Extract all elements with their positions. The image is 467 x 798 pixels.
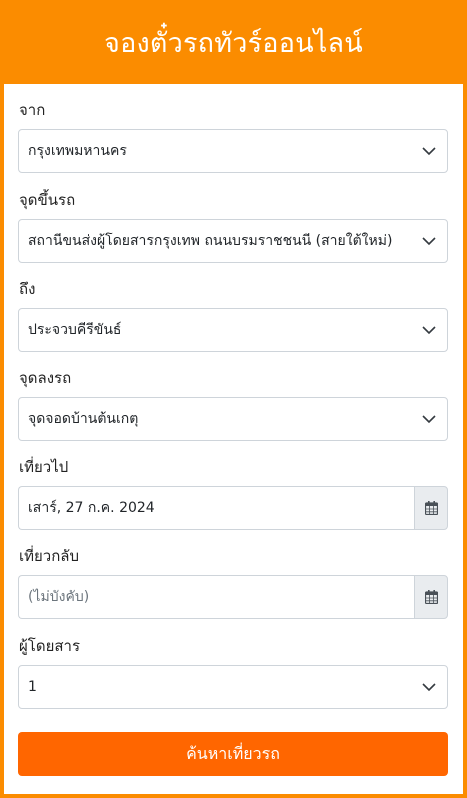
depart-date-input[interactable]: เสาร์, 27 ก.ค. 2024 xyxy=(18,486,414,530)
calendar-icon[interactable] xyxy=(414,575,448,619)
dropoff-label: จุดลงรถ xyxy=(19,369,72,387)
passengers-value: 1 xyxy=(28,679,37,695)
from-value: กรุงเทพมหานคร xyxy=(28,143,127,159)
return-date-picker: (ไม่บังคับ) xyxy=(18,575,448,619)
calendar-icon[interactable] xyxy=(414,486,448,530)
chevron-down-icon xyxy=(411,309,447,351)
depart-label: เที่ยวไป xyxy=(19,458,69,476)
from-select[interactable]: กรุงเทพมหานคร xyxy=(18,129,448,173)
chevron-down-icon xyxy=(411,220,447,262)
return-label: เที่ยวกลับ xyxy=(19,547,80,565)
to-value: ประจวบคีรีขันธ์ xyxy=(28,322,122,338)
pickup-select[interactable]: สถานีขนส่งผู้โดยสารกรุงเทพ ถนนบรมราชชนนี… xyxy=(18,219,448,263)
search-button[interactable]: ค้นหาเที่ยวรถ xyxy=(18,732,448,776)
passengers-select[interactable]: 1 xyxy=(18,665,448,709)
dropoff-select[interactable]: จุดจอดบ้านต้นเกตุ xyxy=(18,397,448,441)
chevron-down-icon xyxy=(411,130,447,172)
to-select[interactable]: ประจวบคีรีขันธ์ xyxy=(18,308,448,352)
booking-widget: จองตั๋วรถทัวร์ออนไลน์ จาก กรุงเทพมหานคร … xyxy=(0,0,467,798)
to-label: ถึง xyxy=(19,280,36,298)
chevron-down-icon xyxy=(411,398,447,440)
passengers-label: ผู้โดยสาร xyxy=(19,637,81,655)
page-title: จองตั๋วรถทัวร์ออนไลน์ xyxy=(104,27,363,59)
dropoff-value: จุดจอดบ้านต้นเกตุ xyxy=(28,411,139,427)
booking-form: จาก กรุงเทพมหานคร จุดขึ้นรถ สถานีขนส่งผู… xyxy=(4,84,463,794)
pickup-label: จุดขึ้นรถ xyxy=(19,191,76,209)
pickup-value: สถานีขนส่งผู้โดยสารกรุงเทพ ถนนบรมราชชนนี… xyxy=(28,233,393,249)
return-date-input[interactable]: (ไม่บังคับ) xyxy=(18,575,414,619)
from-label: จาก xyxy=(19,101,46,119)
chevron-down-icon xyxy=(411,666,447,708)
depart-date-picker: เสาร์, 27 ก.ค. 2024 xyxy=(18,486,448,530)
